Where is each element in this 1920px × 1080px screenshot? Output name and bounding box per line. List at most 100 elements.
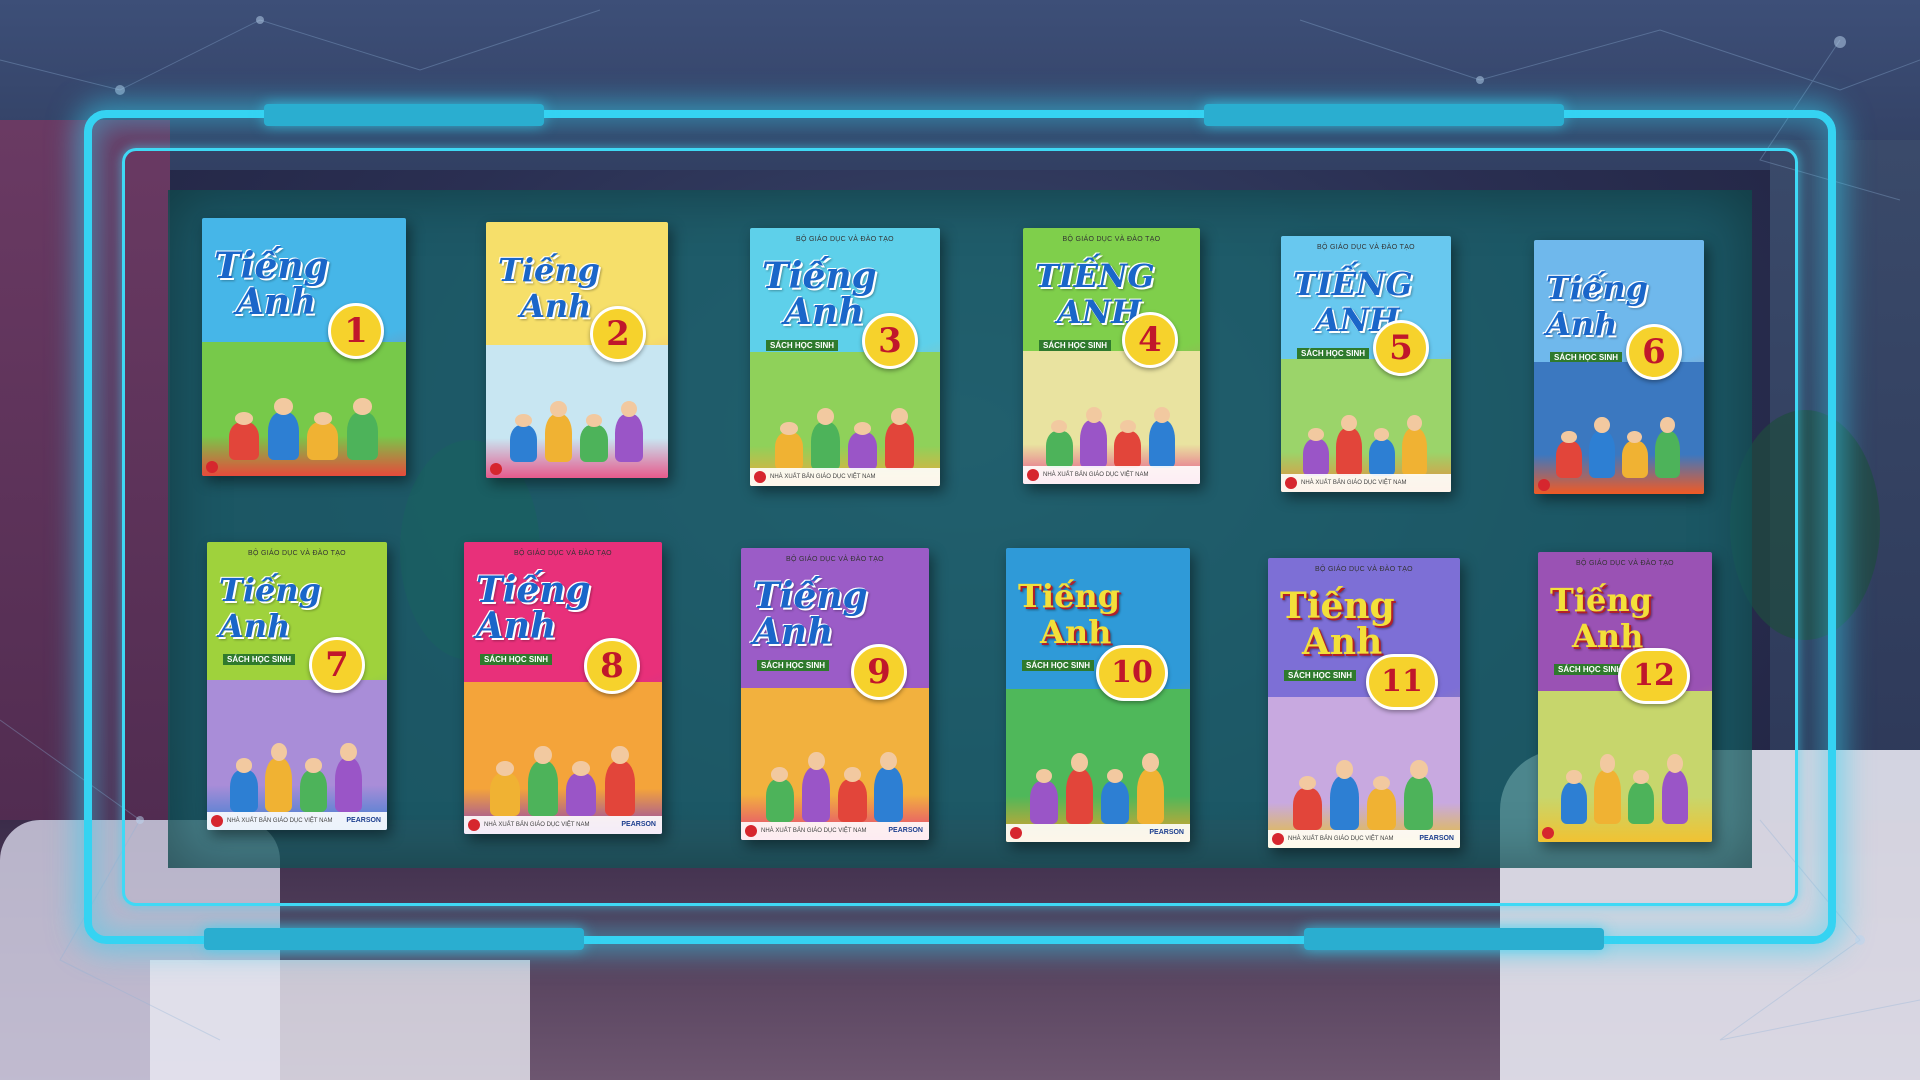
- character-figure: [228, 411, 260, 460]
- book-cover-grade-7[interactable]: BỘ GIÁO DỤC VÀ ĐÀO TẠO Tiếng Anh SÁCH HỌC …: [207, 542, 387, 830]
- publisher-logo-icon: [490, 463, 502, 475]
- character-figure: [1404, 760, 1434, 830]
- book-grade-number: 6: [1626, 323, 1682, 380]
- book-publisher-line: BỘ GIÁO DỤC VÀ ĐÀO TẠO: [1576, 560, 1674, 567]
- book-characters: [1283, 760, 1444, 830]
- book-title: Tiếng Anh: [762, 258, 877, 330]
- book-characters: [1021, 753, 1176, 824]
- book-cover-grade-6[interactable]: Tiếng Anh SÁCH HỌC SINH 6: [1534, 240, 1704, 494]
- character-figure: [765, 767, 794, 822]
- book-footer: NHÀ XUẤT BẢN GIÁO DỤC VIỆT NAM: [1023, 466, 1200, 484]
- publisher-logo-icon: [211, 815, 223, 827]
- pearson-logo: PEARSON: [888, 827, 923, 834]
- book-subtitle: SÁCH HỌC SINH: [223, 654, 296, 665]
- book-cover-grade-5[interactable]: BỘ GIÁO DỤC VÀ ĐÀO TẠO TIẾNG ANH SÁCH HỌC S…: [1281, 236, 1451, 492]
- book-title-line1: Tiếng: [1550, 581, 1652, 619]
- pearson-logo: PEARSON: [1419, 835, 1454, 842]
- character-figure: [1661, 754, 1688, 824]
- book-title: Tiếng Anh: [219, 572, 387, 644]
- book-cover-grade-1[interactable]: Tiếng Anh 1: [202, 218, 406, 476]
- book-cover-grade-9[interactable]: BỘ GIÁO DỤC VÀ ĐÀO TẠO Tiếng Anh SÁCH HỌC …: [741, 548, 929, 840]
- book-grade-number: 11: [1366, 653, 1438, 710]
- book-footer-publisher: NHÀ XUẤT BẢN GIÁO DỤC VIỆT NAM: [227, 818, 333, 824]
- book-cover-grade-11[interactable]: BỘ GIÁO DỤC VÀ ĐÀO TẠO Tiếng Anh SÁCH HỌC S…: [1268, 558, 1460, 848]
- book-publisher-line: BỘ GIÁO DỤC VÀ ĐÀO TẠO: [514, 550, 612, 557]
- book-title: Tiếng Anh: [476, 572, 662, 644]
- character-figure: [509, 414, 538, 463]
- book-characters: [1037, 406, 1186, 469]
- book-grade-number: 1: [328, 303, 384, 360]
- publisher-logo-icon: [1027, 469, 1039, 481]
- pearson-logo: PEARSON: [346, 817, 381, 824]
- book-title-line2: Anh: [520, 287, 592, 325]
- character-figure: [1589, 417, 1615, 479]
- frame-tab-top-left: [264, 104, 544, 126]
- book-title: Tiếng Anh: [1280, 588, 1395, 660]
- book-title-line2: Anh: [784, 291, 865, 333]
- book-characters: [480, 745, 646, 816]
- character-figure: [300, 758, 328, 813]
- book-title-line1: Tiếng Anh: [476, 569, 591, 647]
- book-footer-publisher: NHÀ XUẤT BẢN GIÁO DỤC VIỆT NAM: [770, 474, 876, 480]
- book-publisher-line: BỘ GIÁO DỤC VÀ ĐÀO TẠO: [786, 556, 884, 563]
- book-subtitle: SÁCH HỌC SINH: [480, 654, 553, 665]
- book-cover-grade-8[interactable]: BỘ GIÁO DỤC VÀ ĐÀO TẠO Tiếng Anh SÁCH HỌC …: [464, 542, 662, 834]
- pearson-logo: PEARSON: [621, 821, 656, 828]
- book-footer-publisher: NHÀ XUẤT BẢN GIÁO DỤC VIỆT NAM: [761, 828, 867, 834]
- book-title: Tiếng Anh: [753, 578, 929, 650]
- book-publisher-line: BỘ GIÁO DỤC VÀ ĐÀO TẠO: [248, 550, 346, 557]
- character-figure: [1627, 769, 1655, 824]
- publisher-logo-icon: [1538, 479, 1550, 491]
- character-figure: [1367, 775, 1397, 830]
- book-cover-grade-3[interactable]: BỘ GIÁO DỤC VÀ ĐÀO TẠO Tiếng Anh SÁCH HỌC S…: [750, 228, 940, 486]
- frame-tab-bottom-left: [204, 928, 584, 950]
- character-figure: [1654, 417, 1681, 479]
- book-footer: NHÀ XUẤT BẢN GIÁO DỤC VIỆT NAM PEARSON: [741, 822, 929, 840]
- character-figure: [1368, 428, 1395, 477]
- book-cover-grade-12[interactable]: BỘ GIÁO DỤC VÀ ĐÀO TẠO Tiếng Anh SÁCH HỌC S…: [1538, 552, 1712, 842]
- book-footer: NHÀ XUẤT BẢN GIÁO DỤC VIỆT NAM PEARSON: [1268, 830, 1460, 848]
- character-figure: [230, 758, 258, 813]
- character-figure: [1101, 768, 1129, 824]
- book-footer-publisher: NHÀ XUẤT BẢN GIÁO DỤC VIỆT NAM: [1043, 472, 1149, 478]
- book-grade-number: 9: [851, 644, 907, 701]
- book-title: Tiếng Anh: [1018, 578, 1120, 650]
- publisher-logo-icon: [745, 825, 757, 837]
- book-title-line2: Anh: [1302, 621, 1383, 663]
- character-figure: [874, 751, 903, 822]
- book-cover-grade-2[interactable]: Tiếng Anh 2: [486, 222, 668, 478]
- character-figure: [774, 421, 804, 470]
- publisher-logo-icon: [468, 819, 480, 831]
- frame-tab-top-right: [1204, 104, 1564, 126]
- book-title: Tiếng Anh: [1546, 270, 1704, 342]
- book-subtitle: SÁCH HỌC SINH: [1039, 340, 1112, 351]
- book-characters: [765, 408, 925, 470]
- book-title-line1: Tiếng Anh: [753, 575, 868, 653]
- book-illustration: [741, 688, 929, 840]
- book-illustration: [1023, 350, 1200, 484]
- book-subtitle: SÁCH HỌC SINH: [1022, 660, 1095, 671]
- character-figure: [811, 408, 841, 470]
- book-characters: [1295, 414, 1438, 477]
- book-title-line1: Tiếng: [498, 251, 600, 289]
- character-figure: [1293, 775, 1323, 830]
- character-figure: [1148, 406, 1176, 469]
- character-figure: [1556, 430, 1582, 479]
- character-figure: [334, 743, 363, 813]
- character-figure: [346, 398, 378, 460]
- character-figure: [489, 761, 520, 816]
- publisher-logo-icon: [1010, 827, 1022, 839]
- book-cover-grade-10[interactable]: Tiếng Anh SÁCH HỌC SINH 10 PEARSON: [1006, 548, 1190, 842]
- character-figure: [801, 751, 831, 822]
- character-figure: [566, 761, 597, 816]
- character-figure: [604, 745, 635, 816]
- character-figure: [544, 400, 573, 463]
- book-characters: [218, 398, 389, 460]
- book-subtitle: SÁCH HỌC SINH: [757, 660, 830, 671]
- book-publisher-line: BỘ GIÁO DỤC VÀ ĐÀO TẠO: [1317, 244, 1415, 251]
- book-cover-grade-4[interactable]: BỘ GIÁO DỤC VÀ ĐÀO TẠO TIẾNG ANH SÁCH HỌC S…: [1023, 228, 1200, 484]
- character-figure: [1336, 414, 1362, 477]
- book-footer: NHÀ XUẤT BẢN GIÁO DỤC VIỆT NAM PEARSON: [207, 812, 387, 830]
- book-footer: NHÀ XUẤT BẢN GIÁO DỤC VIỆT NAM: [1281, 474, 1451, 492]
- book-characters: [1548, 417, 1691, 479]
